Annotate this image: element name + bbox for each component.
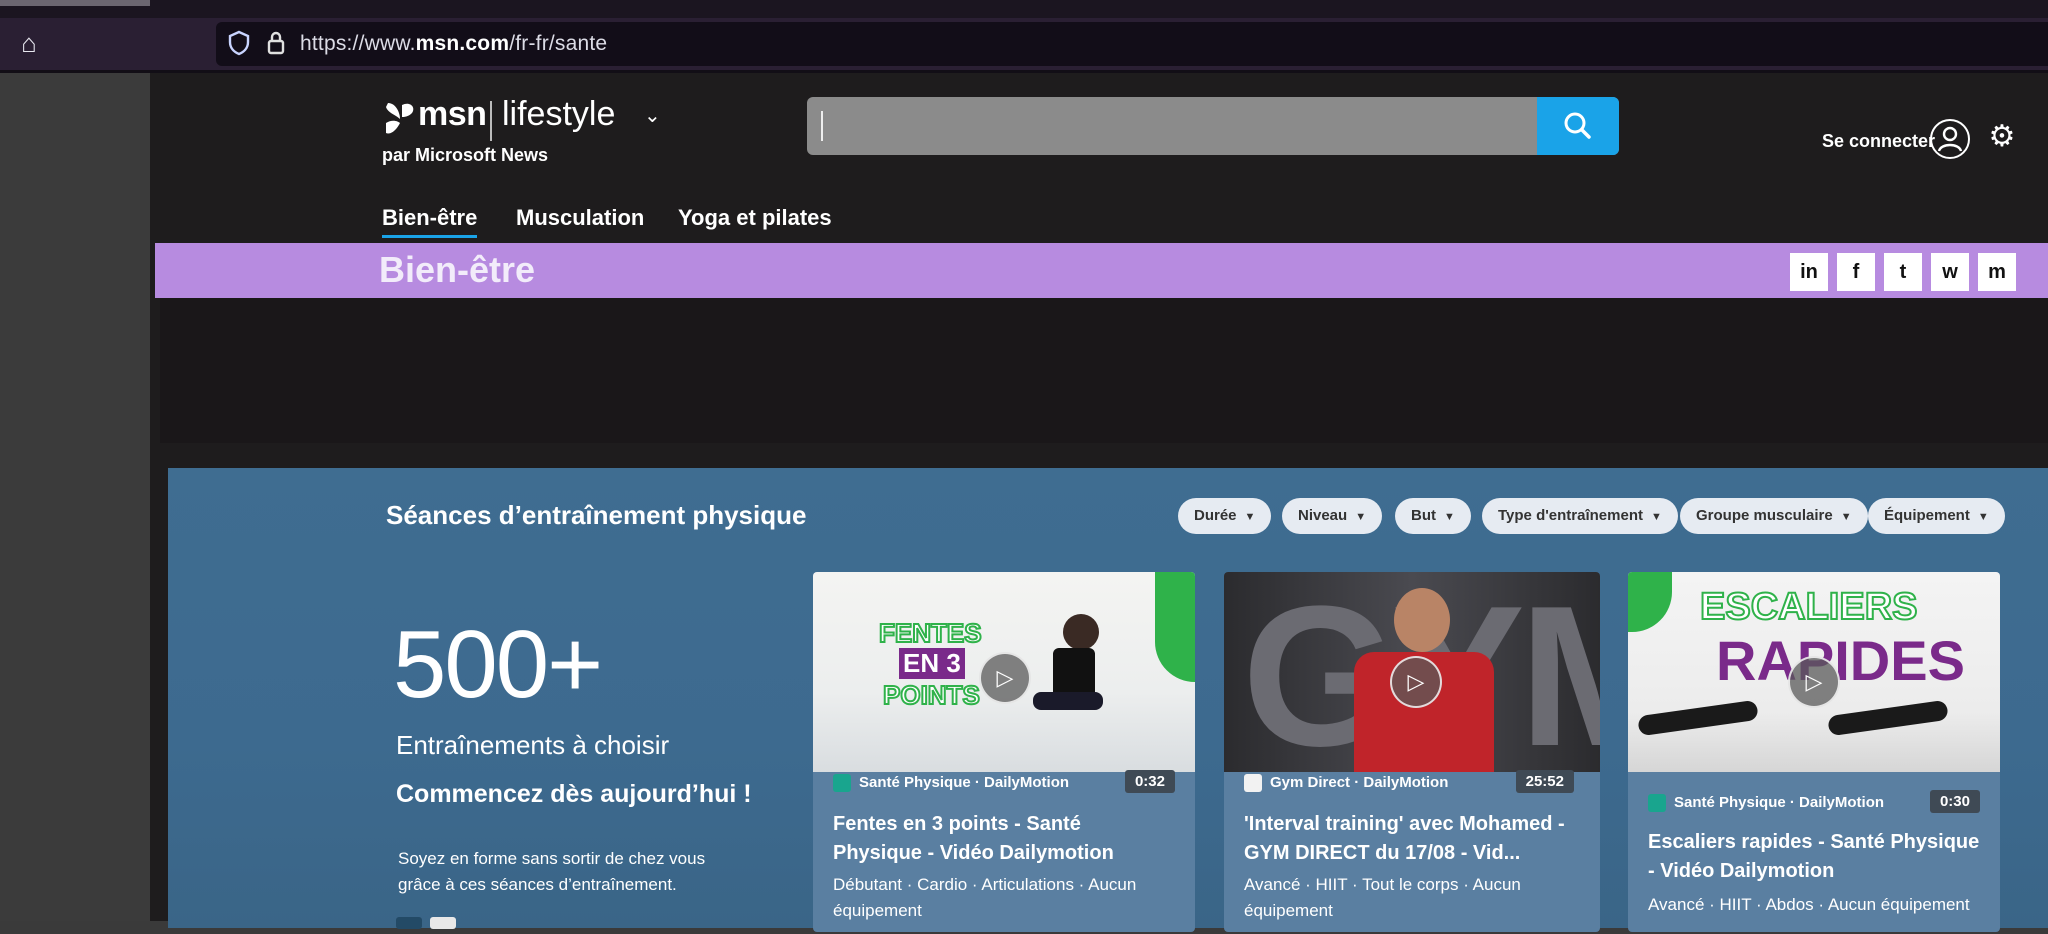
logo-separator — [490, 101, 492, 141]
video-tags: Débutant · Cardio · Articulations · Aucu… — [833, 875, 1137, 920]
twitter-icon[interactable]: t — [1884, 253, 1922, 291]
caret-down-icon: ▼ — [1244, 511, 1256, 523]
workouts-heading: Séances d’entraînement physique — [386, 500, 807, 530]
carousel-dots[interactable] — [396, 916, 456, 934]
cta-heading: Commencez dès aujourd’hui ! — [396, 780, 752, 808]
video-thumbnail[interactable]: FENTES EN 3 POINTS ▷ — [813, 572, 1195, 772]
video-title[interactable]: Escaliers rapides - Santé Physique - Vid… — [1648, 828, 1980, 886]
video-duration: 25:52 — [1515, 770, 1574, 793]
tab-strip — [0, 0, 2048, 18]
subnav-item-yoga[interactable]: Yoga et pilates — [678, 205, 832, 231]
video-duration: 0:32 — [1124, 770, 1175, 793]
workout-count-label: Entraînements à choisir — [396, 730, 670, 760]
thumbnail-text: POINTS — [882, 679, 981, 711]
lock-icon[interactable] — [266, 30, 286, 56]
chevron-down-icon[interactable]: ⌄ — [644, 103, 661, 128]
whatsapp-icon[interactable]: w — [1931, 253, 1969, 291]
filter-duree[interactable]: Durée ▼ — [1178, 498, 1272, 534]
video-source: Gym Direct · DailyMotion — [1244, 774, 1448, 793]
video-card[interactable]: GYM ▷ Gym Direct · DailyMotion 25:52 'In… — [1224, 572, 1600, 932]
video-thumbnail[interactable]: ESCALIERS RAPIDES ▷ — [1628, 572, 2000, 772]
avatar-icon[interactable] — [1930, 119, 1970, 159]
video-card[interactable]: ESCALIERS RAPIDES ▷ Santé Physique · Dai… — [1628, 572, 2000, 932]
caret-down-icon: ▼ — [1355, 511, 1367, 523]
video-source: Santé Physique · DailyMotion — [833, 774, 1069, 793]
play-icon[interactable]: ▷ — [1390, 656, 1442, 708]
caret-down-icon: ▼ — [1444, 511, 1455, 523]
filter-but[interactable]: But ▼ — [1395, 498, 1471, 534]
left-gutter — [0, 73, 150, 921]
video-card[interactable]: FENTES EN 3 POINTS ▷ Santé Physique · Da… — [813, 572, 1195, 932]
home-icon[interactable]: ⌂ — [14, 28, 44, 58]
butterfly-icon — [386, 103, 414, 134]
section-title: Bien-être — [379, 249, 536, 290]
text-caret — [821, 111, 823, 141]
url-text: https://www.msn.com/fr-fr/sante — [300, 32, 608, 55]
filter-equipement[interactable]: Équipement ▼ — [1868, 498, 2005, 534]
shield-icon[interactable] — [228, 30, 250, 56]
brand-msn: msn — [418, 95, 487, 133]
browser-tab[interactable] — [0, 0, 150, 6]
filter-type[interactable]: Type d'entraînement ▼ — [1482, 498, 1678, 534]
filter-niveau[interactable]: Niveau ▼ — [1282, 498, 1383, 534]
mail-icon[interactable]: m — [1978, 253, 2016, 291]
section-name[interactable]: lifestyle — [502, 95, 615, 134]
workout-count: 500+ — [393, 611, 603, 718]
signin-link[interactable]: Se connecter — [1822, 131, 1935, 152]
video-tags: Avancé · HIIT · Tout le corps · Aucun éq… — [1244, 875, 1521, 920]
filter-groupe[interactable]: Groupe musculaire ▼ — [1680, 498, 1868, 534]
thumbnail-text: RAPIDES — [1716, 629, 1965, 692]
caret-down-icon: ▼ — [1650, 511, 1662, 523]
address-bar[interactable]: https://www.msn.com/fr-fr/sante — [216, 22, 2048, 66]
play-icon[interactable]: ▷ — [1788, 656, 1840, 708]
linkedin-icon[interactable]: in — [1790, 253, 1828, 291]
ad-placeholder — [160, 298, 2048, 443]
video-source: Santé Physique · DailyMotion — [1648, 794, 1884, 813]
video-title[interactable]: Fentes en 3 points - Santé Physique - Vi… — [833, 810, 1175, 868]
workouts-section: Séances d’entraînement physique Durée ▼ N… — [168, 468, 2048, 932]
search-button[interactable] — [1537, 97, 1619, 155]
thumbnail-text: FENTES — [878, 617, 983, 649]
play-icon[interactable]: ▷ — [979, 652, 1031, 704]
section-banner: Bien-être in f t w m — [155, 243, 2048, 298]
thumbnail-text: EN 3 — [899, 648, 965, 679]
thumbnail-text: ESCALIERS — [1699, 585, 1918, 629]
browser-toolbar: ⌂ https://www.msn.com/fr-fr/sante — [0, 18, 2048, 73]
msn-page: msn lifestyle ⌄ par Microsoft News Se co… — [150, 73, 2048, 932]
caret-down-icon: ▼ — [1840, 511, 1852, 523]
video-thumbnail[interactable]: GYM ▷ — [1224, 572, 1600, 788]
video-duration: 0:30 — [1929, 790, 1980, 813]
subnav-item-bien-etre[interactable]: Bien-être — [382, 205, 478, 238]
video-tags: Avancé · HIIT · Abdos · Aucun équipement — [1648, 895, 1970, 914]
workouts-description: Soyez en forme sans sortir de chez vous … — [398, 849, 706, 894]
byline: par Microsoft News — [382, 145, 549, 165]
video-title[interactable]: 'Interval training' avec Mohamed - GYM D… — [1244, 810, 1580, 868]
search-icon — [1564, 112, 1591, 139]
caret-down-icon: ▼ — [1977, 511, 1989, 523]
gear-icon[interactable]: ⚙ — [1986, 121, 2018, 153]
search-box[interactable] — [807, 97, 1619, 155]
subnav-item-musculation[interactable]: Musculation — [516, 205, 644, 231]
facebook-icon[interactable]: f — [1837, 253, 1875, 291]
